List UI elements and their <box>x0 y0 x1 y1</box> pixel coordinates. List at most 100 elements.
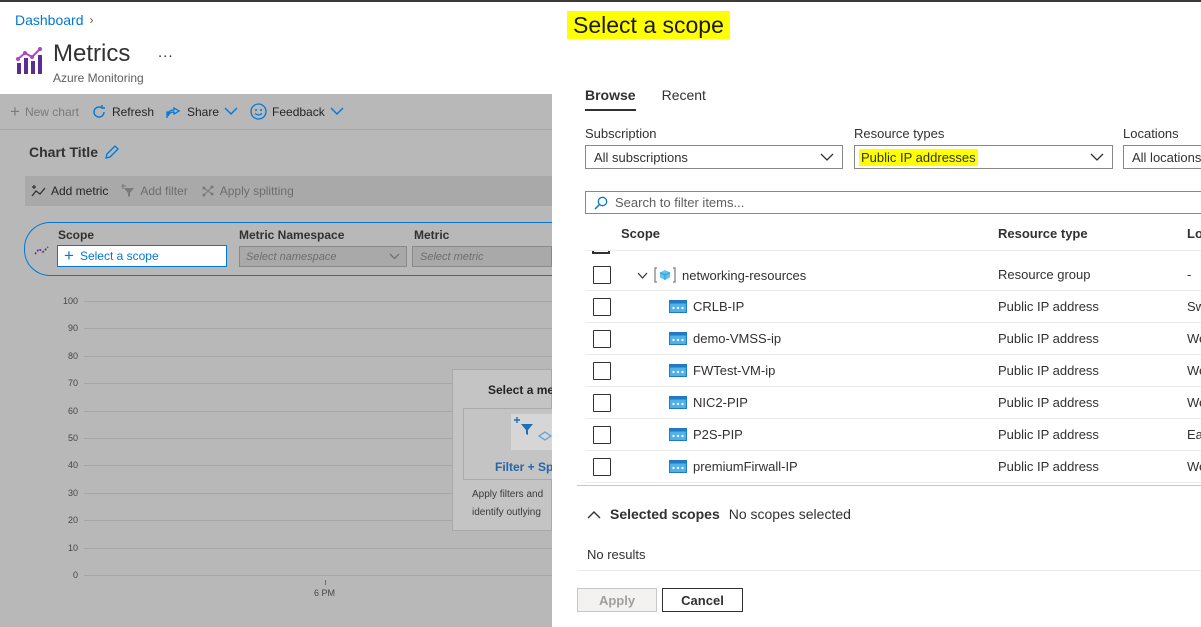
selected-scopes-header[interactable]: Selected scopes No scopes selected <box>587 506 851 522</box>
metric-placeholder: Select metric <box>420 250 484 263</box>
x-tick-mark <box>325 580 326 585</box>
scope-cell: P2S-PIP <box>669 427 743 442</box>
add-filter-button[interactable]: Add filter <box>120 184 188 198</box>
scope-cell: FWTest-VM-ip <box>669 363 775 378</box>
select-scope-button[interactable]: + Select a scope <box>57 245 227 267</box>
scope-name: NIC2-PIP <box>693 395 748 410</box>
public-ip-icon <box>669 460 687 473</box>
hint-line-1: Apply filters and <box>472 489 544 500</box>
row-checkbox[interactable] <box>593 458 611 476</box>
namespace-placeholder: Select namespace <box>246 250 337 263</box>
y-tick-label: 70 <box>67 378 78 389</box>
row-checkbox[interactable] <box>593 266 611 284</box>
resource-types-value: Public IP addresses <box>859 148 978 166</box>
row-checkbox[interactable] <box>593 394 611 412</box>
x-tick-label: 6 PM <box>314 588 336 598</box>
namespace-label: Metric Namespace <box>239 228 345 242</box>
hint-title: Select a met <box>488 383 559 397</box>
chevron-down-icon <box>820 153 834 161</box>
chart-toolbar: Add metric Add filter Apply splitting <box>25 176 552 206</box>
list-bottom-border <box>577 485 1201 486</box>
feedback-icon <box>250 103 267 120</box>
resource-group-icon <box>654 267 676 283</box>
scope-cell: CRLB-IP <box>669 299 744 314</box>
resource-type-cell: Public IP address <box>998 363 1099 378</box>
new-chart-button[interactable]: + New chart <box>10 102 79 122</box>
new-chart-label: New chart <box>24 104 79 119</box>
metrics-icon <box>16 47 42 74</box>
locations-dropdown[interactable]: All locations <box>1123 145 1201 169</box>
chevron-down-icon[interactable] <box>637 272 648 279</box>
scope-name: CRLB-IP <box>693 299 745 314</box>
table-row[interactable]: P2S-PIP Public IP address Ea <box>585 419 1201 451</box>
share-button[interactable]: Share <box>166 105 238 119</box>
tab-recent[interactable]: Recent <box>662 87 706 111</box>
column-location[interactable]: Lo <box>1187 226 1201 241</box>
chevron-down-icon <box>224 107 238 115</box>
refresh-icon <box>93 104 105 118</box>
table-row[interactable]: premiumFirwall-IP Public IP address We <box>585 451 1201 483</box>
selected-scopes-value: No scopes selected <box>728 506 851 522</box>
row-checkbox[interactable] <box>593 298 611 316</box>
subscription-value: All subscriptions <box>594 149 688 165</box>
chevron-up-icon <box>587 510 601 518</box>
location-cell: We <box>1187 395 1201 410</box>
tab-browse[interactable]: Browse <box>585 87 636 111</box>
y-tick-label: 50 <box>67 433 78 443</box>
resource-type-cell: Public IP address <box>998 459 1099 474</box>
location-cell: We <box>1187 363 1201 378</box>
table-row[interactable]: demo-VMSS-ip Public IP address We <box>585 323 1201 355</box>
pencil-icon[interactable] <box>104 144 120 160</box>
y-tick-label: 10 <box>67 542 78 553</box>
column-resource-type[interactable]: Resource type <box>998 226 1088 241</box>
filter-icon <box>121 184 135 197</box>
hint-line-2: identify outlying <box>472 507 541 518</box>
locations-label: Locations <box>1123 126 1179 141</box>
refresh-button[interactable]: Refresh <box>91 104 154 120</box>
scope-cell: networking-resources <box>637 267 806 283</box>
breadcrumb-dashboard[interactable]: Dashboard <box>15 12 84 28</box>
table-row[interactable]: networking-resources Resource group - <box>585 259 1201 291</box>
namespace-select[interactable]: Select namespace <box>239 246 407 267</box>
scope-cell: demo-VMSS-ip <box>669 331 781 346</box>
y-tick-label: 20 <box>67 515 78 526</box>
scope-name: demo-VMSS-ip <box>693 331 782 346</box>
add-metric-button[interactable]: Add metric <box>31 184 108 198</box>
location-cell: We <box>1187 331 1201 346</box>
row-checkbox[interactable] <box>593 362 611 380</box>
subscription-dropdown[interactable]: All subscriptions <box>585 145 843 169</box>
gridline <box>84 575 552 576</box>
y-tick-label: 100 <box>62 296 78 306</box>
location-cell: Sw <box>1187 299 1201 314</box>
row-checkbox[interactable] <box>593 426 611 444</box>
metric-select[interactable]: Select metric <box>412 246 552 267</box>
selected-scopes-title: Selected scopes <box>610 506 720 522</box>
resource-types-dropdown[interactable]: Public IP addresses <box>854 145 1113 169</box>
scope-cell: NIC2-PIP <box>669 395 748 410</box>
header-divider <box>585 250 1201 251</box>
apply-splitting-label: Apply splitting <box>219 184 294 198</box>
more-options-button[interactable]: ... <box>158 44 174 61</box>
no-results-text: No results <box>587 547 646 562</box>
column-scope[interactable]: Scope <box>621 226 660 241</box>
cancel-button[interactable]: Cancel <box>662 588 743 612</box>
subscription-label: Subscription <box>585 126 657 141</box>
public-ip-icon <box>669 332 687 345</box>
table-row[interactable]: CRLB-IP Public IP address Sw <box>585 291 1201 323</box>
scrolled-checkbox <box>592 251 610 254</box>
scope-name: FWTest-VM-ip <box>693 363 776 378</box>
plus-icon: + <box>10 101 20 121</box>
table-row[interactable]: NIC2-PIP Public IP address We <box>585 387 1201 419</box>
chart-title[interactable]: Chart Title <box>29 144 120 160</box>
add-metric-label: Add metric <box>51 184 109 198</box>
row-checkbox[interactable] <box>593 330 611 348</box>
apply-splitting-button[interactable]: Apply splitting <box>200 184 294 198</box>
search-input[interactable]: Search to filter items... <box>585 191 1201 214</box>
apply-button[interactable]: Apply <box>577 588 657 612</box>
gridline <box>84 355 552 357</box>
hint-link[interactable]: Filter + Sp <box>495 460 553 474</box>
chevron-down-icon <box>1090 153 1104 161</box>
feedback-button[interactable]: Feedback <box>250 103 344 120</box>
public-ip-icon <box>669 396 687 409</box>
table-row[interactable]: FWTest-VM-ip Public IP address We <box>585 355 1201 387</box>
